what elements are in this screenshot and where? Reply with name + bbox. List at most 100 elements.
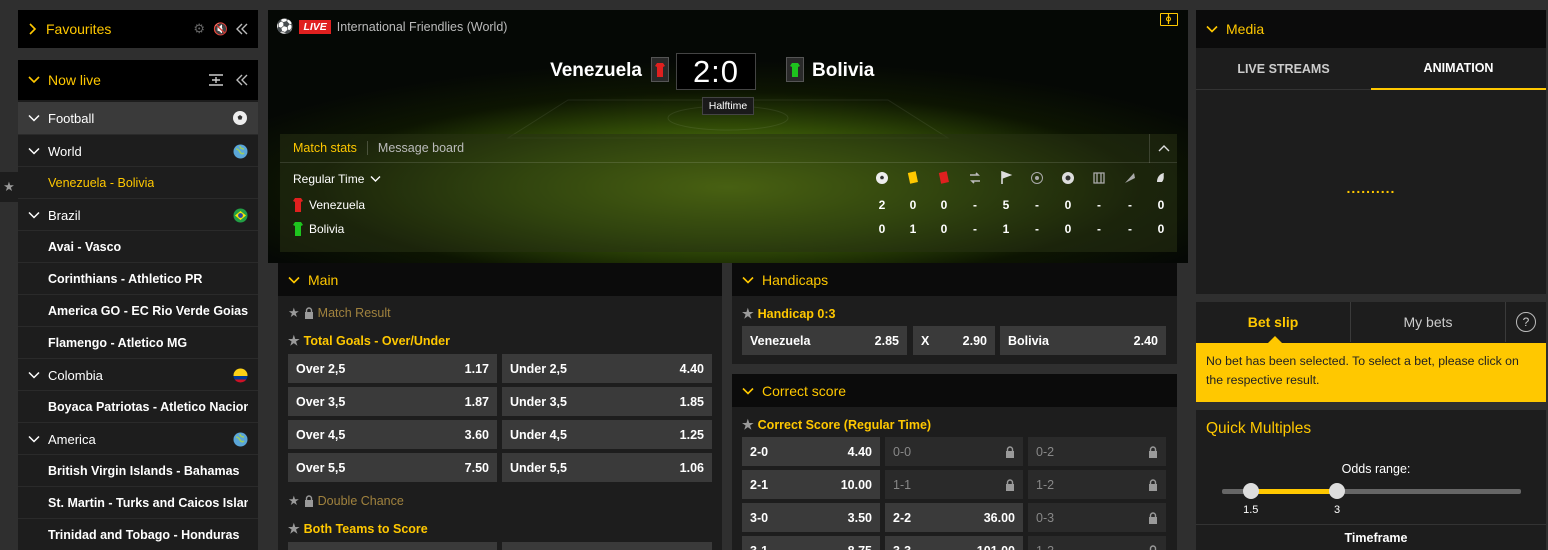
range-max-handle[interactable] bbox=[1329, 483, 1345, 499]
help-icon: ? bbox=[1516, 312, 1536, 332]
collapse-double-chevron-icon[interactable] bbox=[236, 23, 248, 35]
btts-odd-no[interactable] bbox=[502, 542, 712, 550]
score-odd-button[interactable]: 3-1 8.75 bbox=[742, 536, 880, 550]
foul-icon bbox=[1154, 171, 1168, 185]
star-icon[interactable]: ★ bbox=[742, 417, 754, 433]
now-live-header[interactable]: Now live bbox=[18, 60, 258, 100]
tab-my-bets[interactable]: My bets bbox=[1351, 302, 1506, 342]
tab-live-streams[interactable]: LIVE STREAMS bbox=[1196, 48, 1371, 90]
star-icon[interactable]: ★ bbox=[288, 521, 300, 537]
range-min-handle[interactable] bbox=[1242, 483, 1259, 499]
main-header[interactable]: Main bbox=[278, 263, 722, 296]
betslip-tabs: Bet slip My bets ? bbox=[1196, 302, 1546, 342]
handicap-market[interactable]: ★ Handicap 0:3 bbox=[742, 306, 835, 322]
handicap-odd-away[interactable]: Bolivia 2.40 bbox=[1000, 326, 1166, 355]
event-row[interactable]: St. Martin - Turks and Caicos Islands bbox=[18, 488, 258, 519]
star-icon[interactable]: ★ bbox=[742, 306, 754, 322]
over-odd-button[interactable]: Over 3,5 1.87 bbox=[288, 387, 497, 416]
star-icon[interactable]: ★ bbox=[288, 333, 300, 349]
star-icon[interactable]: ★ bbox=[288, 305, 300, 321]
double-chance-market[interactable]: ★ Double Chance bbox=[288, 493, 404, 509]
stat-value: 1 bbox=[1002, 222, 1010, 236]
country-row[interactable]: Brazil bbox=[18, 200, 258, 231]
match-header: ⚽ LIVE International Friendlies (World) … bbox=[268, 10, 1188, 263]
odd-label: Over 4,5 bbox=[296, 427, 346, 442]
collapse-double-chevron-icon[interactable] bbox=[236, 74, 248, 86]
stat-icon-row bbox=[868, 171, 1178, 187]
event-label: Trinidad and Tobago - Honduras bbox=[48, 528, 240, 542]
odd-value: 1.17 bbox=[464, 361, 489, 376]
lock-icon bbox=[304, 495, 314, 507]
competition-bar: ⚽ LIVE International Friendlies (World) bbox=[276, 18, 507, 35]
btts-odd-yes[interactable] bbox=[288, 542, 497, 550]
mute-icon[interactable]: 🔇 bbox=[213, 22, 228, 36]
event-row[interactable]: Avai - Vasco bbox=[18, 232, 258, 263]
odd-label: Over 2,5 bbox=[296, 361, 346, 376]
score-odd-button[interactable]: 3-0 3.50 bbox=[742, 503, 880, 532]
correct-score-header[interactable]: Correct score bbox=[732, 374, 1177, 407]
gear-icon[interactable]: ⚙ bbox=[193, 21, 205, 37]
country-row[interactable]: Colombia bbox=[18, 360, 258, 391]
home-stat-name: Venezuela bbox=[309, 198, 366, 212]
score: 2:0 bbox=[692, 53, 740, 89]
tab-match-stats[interactable]: Match stats bbox=[280, 141, 368, 155]
range-min-value: 1.5 bbox=[1243, 504, 1259, 516]
event-label: Corinthians - Athletico PR bbox=[48, 272, 203, 286]
handicap-odd-draw[interactable]: X 2.90 bbox=[913, 326, 995, 355]
score-odd-button[interactable]: 2-1 10.00 bbox=[742, 470, 880, 499]
score-odd-button[interactable]: 3-3 101.00 bbox=[885, 536, 1023, 550]
chevron-down-icon bbox=[28, 211, 40, 219]
btts-market[interactable]: ★ Both Teams to Score bbox=[288, 521, 428, 537]
score-odd-button[interactable]: 2-0 4.40 bbox=[742, 437, 880, 466]
sort-icon[interactable] bbox=[208, 73, 224, 87]
field-view-icon[interactable] bbox=[1160, 13, 1178, 26]
over-odd-button[interactable]: Over 5,5 7.50 bbox=[288, 453, 497, 482]
range-max-value: 3 bbox=[1333, 504, 1341, 516]
event-row[interactable]: British Virgin Islands - Bahamas bbox=[18, 456, 258, 487]
under-odd-button[interactable]: Under 2,5 4.40 bbox=[502, 354, 712, 383]
favourite-star-tab[interactable]: ★ bbox=[0, 172, 18, 202]
total-goals-market[interactable]: ★ Total Goals - Over/Under bbox=[288, 333, 450, 349]
now-live-title: Now live bbox=[48, 72, 101, 88]
country-row[interactable]: World bbox=[18, 136, 258, 167]
event-row[interactable]: Flamengo - Atletico MG bbox=[18, 328, 258, 359]
chevron-down-icon bbox=[370, 176, 381, 182]
help-button[interactable]: ? bbox=[1506, 302, 1546, 342]
tab-animation[interactable]: ANIMATION bbox=[1371, 48, 1546, 90]
star-icon[interactable]: ★ bbox=[288, 493, 300, 509]
correct-score-market[interactable]: ★ Correct Score (Regular Time) bbox=[742, 417, 931, 433]
media-header[interactable]: Media bbox=[1196, 10, 1546, 48]
event-row[interactable]: Corinthians - Athletico PR bbox=[18, 264, 258, 295]
score-odd-button[interactable]: 2-2 36.00 bbox=[885, 503, 1023, 532]
corner-icon bbox=[999, 171, 1013, 185]
handicaps-header[interactable]: Handicaps bbox=[732, 263, 1177, 296]
sport-label: Football bbox=[48, 110, 95, 126]
odd-value: 3.60 bbox=[464, 427, 489, 442]
event-row[interactable]: America GO - EC Rio Verde Goias bbox=[18, 296, 258, 327]
event-label: Flamengo - Atletico MG bbox=[48, 336, 188, 350]
country-row[interactable]: America bbox=[18, 424, 258, 455]
event-row[interactable]: Boyaca Patriotas - Atletico Nacional bbox=[18, 392, 258, 423]
match-result-market[interactable]: ★ Match Result bbox=[288, 305, 391, 321]
under-odd-button[interactable]: Under 4,5 1.25 bbox=[502, 420, 712, 449]
collapse-stats-button[interactable] bbox=[1149, 133, 1177, 163]
score-label: 0-2 bbox=[1036, 444, 1055, 459]
sport-row-football[interactable]: Football bbox=[18, 102, 258, 135]
event-label: St. Martin - Turks and Caicos Islands bbox=[48, 496, 248, 510]
free-kick-icon bbox=[1092, 171, 1106, 185]
over-odd-button[interactable]: Over 4,5 3.60 bbox=[288, 420, 497, 449]
odd-label: Venezuela bbox=[750, 333, 811, 348]
favourites-header[interactable]: Favourites ⚙ 🔇 bbox=[18, 10, 258, 48]
handicap-odd-home[interactable]: Venezuela 2.85 bbox=[742, 326, 907, 355]
odd-value: 4.40 bbox=[847, 444, 872, 459]
period-select[interactable]: Regular Time bbox=[293, 172, 381, 186]
event-row[interactable]: Trinidad and Tobago - Honduras bbox=[18, 520, 258, 550]
over-odd-button[interactable]: Over 2,5 1.17 bbox=[288, 354, 497, 383]
event-row[interactable]: Venezuela - Bolivia bbox=[18, 168, 258, 199]
tab-message-board[interactable]: Message board bbox=[368, 141, 474, 155]
chevron-down-icon bbox=[1206, 25, 1218, 33]
under-odd-button[interactable]: Under 3,5 1.85 bbox=[502, 387, 712, 416]
stat-value: 0 bbox=[1064, 222, 1072, 236]
odds-range-slider[interactable] bbox=[1222, 483, 1521, 499]
under-odd-button[interactable]: Under 5,5 1.06 bbox=[502, 453, 712, 482]
